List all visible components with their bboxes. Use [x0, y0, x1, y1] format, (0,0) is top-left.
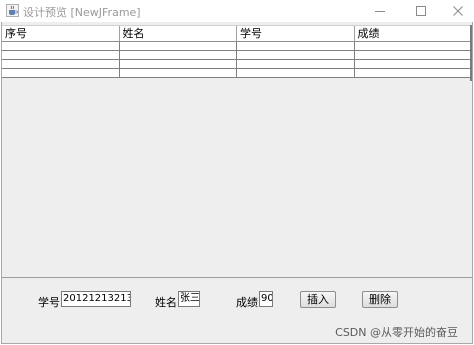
close-button[interactable] — [440, 0, 474, 22]
table-cell[interactable] — [2, 60, 120, 68]
column-header-student-id[interactable]: 学号 — [237, 26, 355, 41]
table-cell[interactable] — [120, 42, 237, 50]
insert-button[interactable]: 插入 — [300, 291, 336, 308]
table-cell[interactable] — [355, 42, 473, 50]
table-cell[interactable] — [2, 69, 120, 77]
maximize-icon — [416, 6, 426, 16]
table-scroll-pane[interactable]: 序号 姓名 学号 成绩 — [2, 22, 472, 278]
table-cell[interactable] — [2, 42, 120, 50]
student-id-field[interactable]: 201212132131234 — [61, 291, 131, 307]
table-cell[interactable] — [2, 51, 120, 59]
delete-button[interactable]: 删除 — [362, 291, 398, 308]
table-cell[interactable] — [120, 60, 237, 68]
table-row[interactable] — [2, 60, 472, 69]
table-header: 序号 姓名 学号 成绩 — [2, 25, 472, 42]
table-cell[interactable] — [120, 51, 237, 59]
table-cell[interactable] — [120, 69, 237, 77]
input-form: 学号 201212132131234 姓名 张三 成绩 90 插入 删除 — [2, 290, 472, 312]
table-row[interactable] — [2, 51, 472, 60]
student-id-label: 学号 — [38, 296, 60, 309]
table-cell[interactable] — [237, 69, 355, 77]
minimize-icon — [375, 10, 385, 12]
score-label: 成绩 — [236, 296, 258, 309]
table-cell[interactable] — [355, 60, 473, 68]
table-cell[interactable] — [237, 51, 355, 59]
table-row[interactable] — [2, 69, 472, 78]
table-cell[interactable] — [355, 69, 473, 77]
content-pane: 序号 姓名 学号 成绩 学号 20121213213 姓名 张三 成绩 90 插… — [1, 22, 473, 344]
table-edge-line — [470, 25, 472, 81]
column-header-index[interactable]: 序号 — [2, 26, 120, 41]
close-icon — [453, 6, 463, 16]
table-cell[interactable] — [355, 51, 473, 59]
maximize-button[interactable] — [403, 0, 439, 22]
watermark: CSDN @从零开始的奋豆 — [335, 326, 458, 339]
name-field[interactable]: 张三 — [178, 291, 200, 307]
table-body — [2, 42, 472, 78]
column-header-name[interactable]: 姓名 — [120, 26, 237, 41]
java-cup-icon — [6, 4, 19, 17]
table-cell[interactable] — [237, 60, 355, 68]
title-bar: 设计预览 [NewJFrame] — [0, 0, 474, 22]
window-title: 设计预览 [NewJFrame] — [23, 6, 141, 19]
table-cell[interactable] — [237, 42, 355, 50]
name-label: 姓名 — [155, 296, 177, 309]
table-row[interactable] — [2, 42, 472, 51]
column-header-score[interactable]: 成绩 — [355, 26, 473, 41]
minimize-button[interactable] — [362, 0, 398, 22]
score-field[interactable]: 90 — [259, 291, 273, 307]
